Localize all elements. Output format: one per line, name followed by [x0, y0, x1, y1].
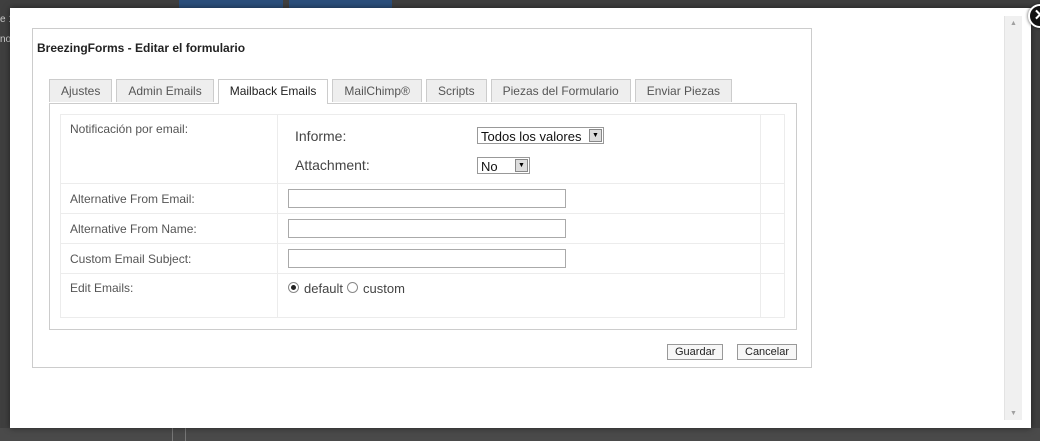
notification-row: Notificación por email: Informe: Todos l… — [61, 115, 784, 184]
tab-piezas-del-formulario[interactable]: Piezas del Formulario — [490, 79, 631, 102]
vertical-scrollbar[interactable]: ▲ ▼ — [1004, 16, 1022, 420]
informe-label: Informe: — [295, 128, 347, 144]
form-editor-panel: BreezingForms - Editar el formulario Aju… — [32, 28, 812, 368]
scroll-down-icon[interactable]: ▼ — [1005, 408, 1022, 420]
tab-admin-emails[interactable]: Admin Emails — [116, 79, 214, 102]
chevron-down-icon: ▼ — [589, 129, 602, 142]
alt-from-name-field[interactable] — [288, 219, 566, 238]
subject-label: Custom Email Subject: — [70, 252, 192, 266]
attachment-label: Attachment: — [295, 157, 370, 173]
alt-from-email-row: Alternative From Email: — [61, 184, 784, 214]
tab-mailchimp[interactable]: MailChimp® — [332, 79, 422, 102]
subject-field[interactable] — [288, 249, 566, 268]
scroll-up-icon[interactable]: ▲ — [1005, 18, 1022, 30]
alt-from-name-row: Alternative From Name: — [61, 214, 784, 244]
chevron-down-icon: ▼ — [515, 159, 528, 172]
attachment-selected-value: No — [481, 159, 498, 174]
edit-default-label: default — [304, 281, 344, 296]
tab-mailback-emails[interactable]: Mailback Emails — [217, 79, 329, 104]
tab-ajustes[interactable]: Ajustes — [49, 79, 113, 102]
save-button[interactable]: Guardar — [667, 344, 724, 360]
informe-select[interactable]: Todos los valores ▼ — [477, 127, 604, 144]
background-strip — [0, 428, 1040, 441]
tab-enviar-piezas[interactable]: Enviar Piezas — [634, 79, 733, 102]
edit-default-radio[interactable] — [288, 282, 299, 293]
tab-bar: Ajustes Admin Emails Mailback Emails Mai… — [49, 79, 736, 104]
notification-label: Notificación por email: — [70, 122, 189, 136]
mailback-form-table: Notificación por email: Informe: Todos l… — [60, 114, 785, 318]
edit-emails-label: Edit Emails: — [70, 281, 134, 295]
tab-scripts[interactable]: Scripts — [425, 79, 487, 102]
informe-selected-value: Todos los valores — [481, 129, 582, 144]
tab-content: Notificación por email: Informe: Todos l… — [49, 103, 797, 330]
alt-from-email-field[interactable] — [288, 189, 566, 208]
alt-from-email-label: Alternative From Email: — [70, 192, 195, 206]
page-title: BreezingForms - Editar el formulario — [37, 41, 246, 55]
alt-from-name-label: Alternative From Name: — [70, 222, 197, 236]
edit-custom-label: custom — [363, 281, 405, 296]
modal-dialog: ✕ ▲ ▼ BreezingForms - Editar el formular… — [10, 4, 1040, 428]
attachment-select[interactable]: No ▼ — [477, 157, 530, 174]
cancel-button[interactable]: Cancelar — [737, 344, 798, 360]
edit-custom-radio[interactable] — [347, 282, 358, 293]
close-icon[interactable]: ✕ — [1028, 4, 1040, 28]
subject-row: Custom Email Subject: — [61, 244, 784, 274]
edit-emails-row: Edit Emails: default custom — [61, 274, 784, 317]
